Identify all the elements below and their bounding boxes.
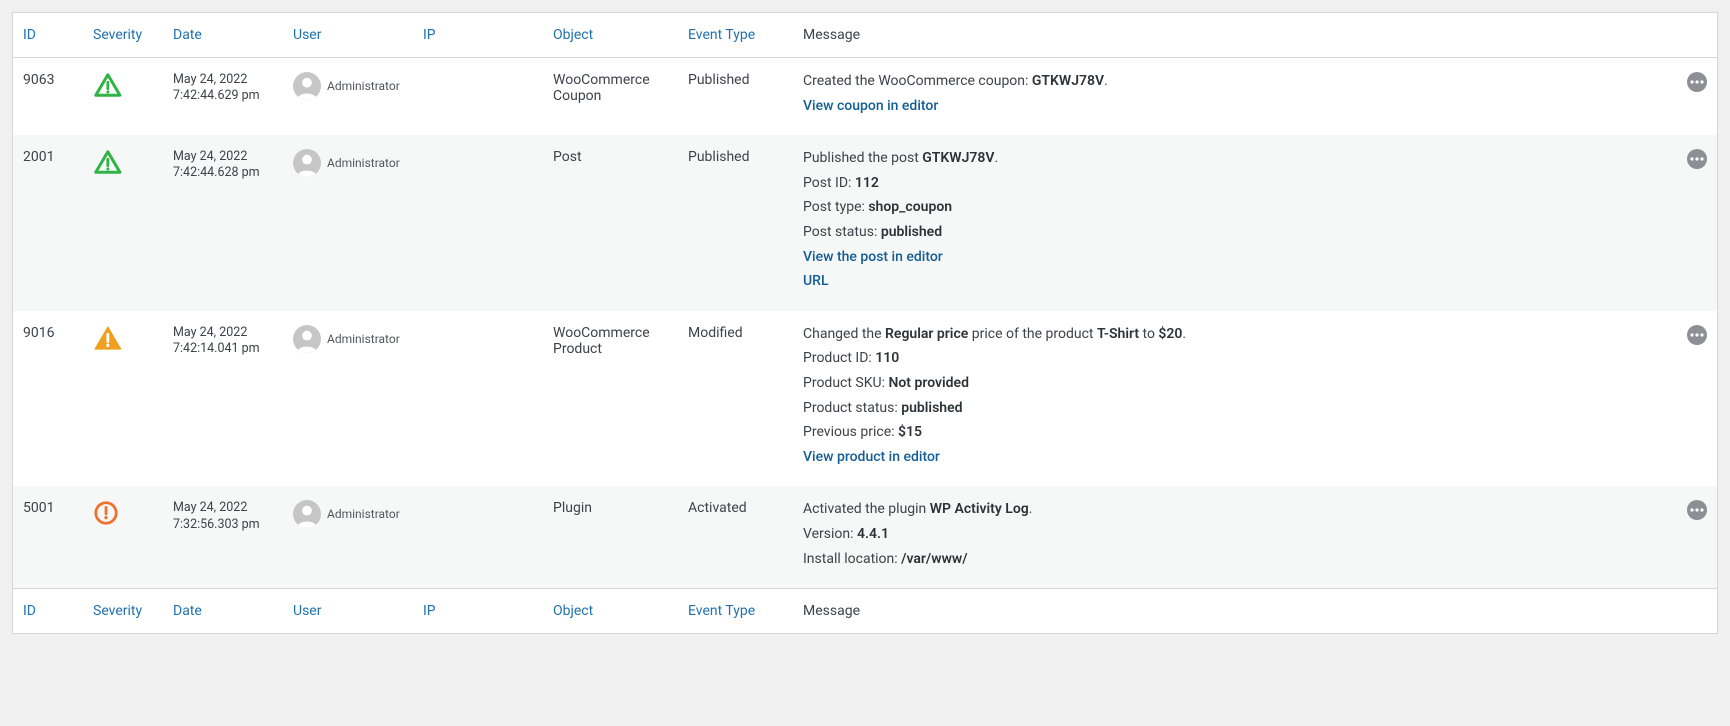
message-kv: Previous price: $15 bbox=[803, 423, 1667, 443]
message-text: Changed the Regular price price of the p… bbox=[803, 325, 1667, 345]
cell-message: Created the WooCommerce coupon: GTKWJ78V… bbox=[793, 58, 1677, 136]
message-link[interactable]: View coupon in editor bbox=[803, 98, 938, 114]
cell-id: 2001 bbox=[13, 135, 83, 311]
message-text: Created the WooCommerce coupon: GTKWJ78V… bbox=[803, 72, 1667, 92]
cell-user: Administrator bbox=[283, 486, 413, 588]
col-footer-event-type[interactable]: Event Type bbox=[678, 589, 793, 634]
message-kv: Product SKU: Not provided bbox=[803, 374, 1667, 394]
message-link[interactable]: View product in editor bbox=[803, 449, 940, 465]
avatar-icon bbox=[293, 149, 321, 177]
user-name: Administrator bbox=[327, 507, 400, 521]
cell-id: 5001 bbox=[13, 486, 83, 588]
col-footer-actions bbox=[1677, 589, 1717, 634]
message-kv: Product ID: 110 bbox=[803, 349, 1667, 369]
cell-severity bbox=[83, 486, 163, 588]
cell-user: Administrator bbox=[283, 311, 413, 487]
cell-ip bbox=[413, 58, 543, 136]
row-actions-button[interactable] bbox=[1687, 149, 1707, 169]
message-kv: Version: 4.4.1 bbox=[803, 525, 1667, 545]
cell-user: Administrator bbox=[283, 135, 413, 311]
message-text: Activated the plugin WP Activity Log. bbox=[803, 500, 1667, 520]
col-footer-user[interactable]: User bbox=[283, 589, 413, 634]
cell-object: WooCommerce Product bbox=[543, 311, 678, 487]
message-kv: Install location: /var/www/ bbox=[803, 550, 1667, 570]
cell-ip bbox=[413, 135, 543, 311]
cell-date: May 24, 20227:42:44.628 pm bbox=[163, 135, 283, 311]
table-row: 9063 May 24, 20227:42:44.629 pm Administra… bbox=[13, 58, 1717, 136]
cell-message: Activated the plugin WP Activity Log. Ver… bbox=[793, 486, 1677, 588]
message-kv: Post status: published bbox=[803, 223, 1667, 243]
col-header-severity[interactable]: Severity bbox=[83, 13, 163, 58]
cell-severity bbox=[83, 135, 163, 311]
user-name: Administrator bbox=[327, 156, 400, 170]
cell-message: Published the post GTKWJ78V. Post ID: 112… bbox=[793, 135, 1677, 311]
col-header-ip[interactable]: IP bbox=[413, 13, 543, 58]
message-kv: Product status: published bbox=[803, 399, 1667, 419]
severity-high-icon bbox=[93, 500, 123, 526]
cell-actions bbox=[1677, 311, 1717, 487]
activity-log-table: ID Severity Date User IP Object Event Ty… bbox=[12, 12, 1718, 634]
col-header-message: Message bbox=[793, 13, 1677, 58]
col-footer-date[interactable]: Date bbox=[163, 589, 283, 634]
cell-ip bbox=[413, 486, 543, 588]
cell-actions bbox=[1677, 58, 1717, 136]
cell-object: Plugin bbox=[543, 486, 678, 588]
col-footer-message: Message bbox=[793, 589, 1677, 634]
message-kv: Post ID: 112 bbox=[803, 174, 1667, 194]
table-row: 2001 May 24, 20227:42:44.628 pm Administra… bbox=[13, 135, 1717, 311]
avatar-icon bbox=[293, 325, 321, 353]
user-name: Administrator bbox=[327, 332, 400, 346]
col-header-user[interactable]: User bbox=[283, 13, 413, 58]
col-header-date[interactable]: Date bbox=[163, 13, 283, 58]
table-header: ID Severity Date User IP Object Event Ty… bbox=[13, 13, 1717, 58]
col-footer-ip[interactable]: IP bbox=[413, 589, 543, 634]
avatar-icon bbox=[293, 72, 321, 100]
cell-event-type: Published bbox=[678, 58, 793, 136]
cell-actions bbox=[1677, 135, 1717, 311]
cell-date: May 24, 20227:32:56.303 pm bbox=[163, 486, 283, 588]
cell-message: Changed the Regular price price of the p… bbox=[793, 311, 1677, 487]
cell-event-type: Published bbox=[678, 135, 793, 311]
user-name: Administrator bbox=[327, 79, 400, 93]
severity-low-icon bbox=[93, 72, 123, 98]
cell-severity bbox=[83, 58, 163, 136]
message-link[interactable]: URL bbox=[803, 273, 829, 289]
col-header-actions bbox=[1677, 13, 1717, 58]
cell-date: May 24, 20227:42:44.629 pm bbox=[163, 58, 283, 136]
cell-event-type: Activated bbox=[678, 486, 793, 588]
table-footer: ID Severity Date User IP Object Event Ty… bbox=[13, 589, 1717, 634]
cell-object: Post bbox=[543, 135, 678, 311]
cell-id: 9016 bbox=[13, 311, 83, 487]
row-actions-button[interactable] bbox=[1687, 325, 1707, 345]
avatar-icon bbox=[293, 500, 321, 528]
col-footer-severity[interactable]: Severity bbox=[83, 589, 163, 634]
message-text: Published the post GTKWJ78V. bbox=[803, 149, 1667, 169]
col-footer-id[interactable]: ID bbox=[13, 589, 83, 634]
table-row: 5001 May 24, 20227:32:56.303 pm Administra… bbox=[13, 486, 1717, 588]
col-header-id[interactable]: ID bbox=[13, 13, 83, 58]
col-header-object[interactable]: Object bbox=[543, 13, 678, 58]
cell-actions bbox=[1677, 486, 1717, 588]
cell-ip bbox=[413, 311, 543, 487]
message-kv: Post type: shop_coupon bbox=[803, 198, 1667, 218]
col-header-event-type[interactable]: Event Type bbox=[678, 13, 793, 58]
table-row: 9016 May 24, 20227:42:14.041 pm Administra… bbox=[13, 311, 1717, 487]
cell-object: WooCommerce Coupon bbox=[543, 58, 678, 136]
col-footer-object[interactable]: Object bbox=[543, 589, 678, 634]
cell-user: Administrator bbox=[283, 58, 413, 136]
message-link[interactable]: View the post in editor bbox=[803, 249, 943, 265]
cell-severity bbox=[83, 311, 163, 487]
severity-low-icon bbox=[93, 149, 123, 175]
row-actions-button[interactable] bbox=[1687, 72, 1707, 92]
cell-id: 9063 bbox=[13, 58, 83, 136]
severity-medium-icon bbox=[93, 325, 123, 351]
cell-event-type: Modified bbox=[678, 311, 793, 487]
row-actions-button[interactable] bbox=[1687, 500, 1707, 520]
cell-date: May 24, 20227:42:14.041 pm bbox=[163, 311, 283, 487]
